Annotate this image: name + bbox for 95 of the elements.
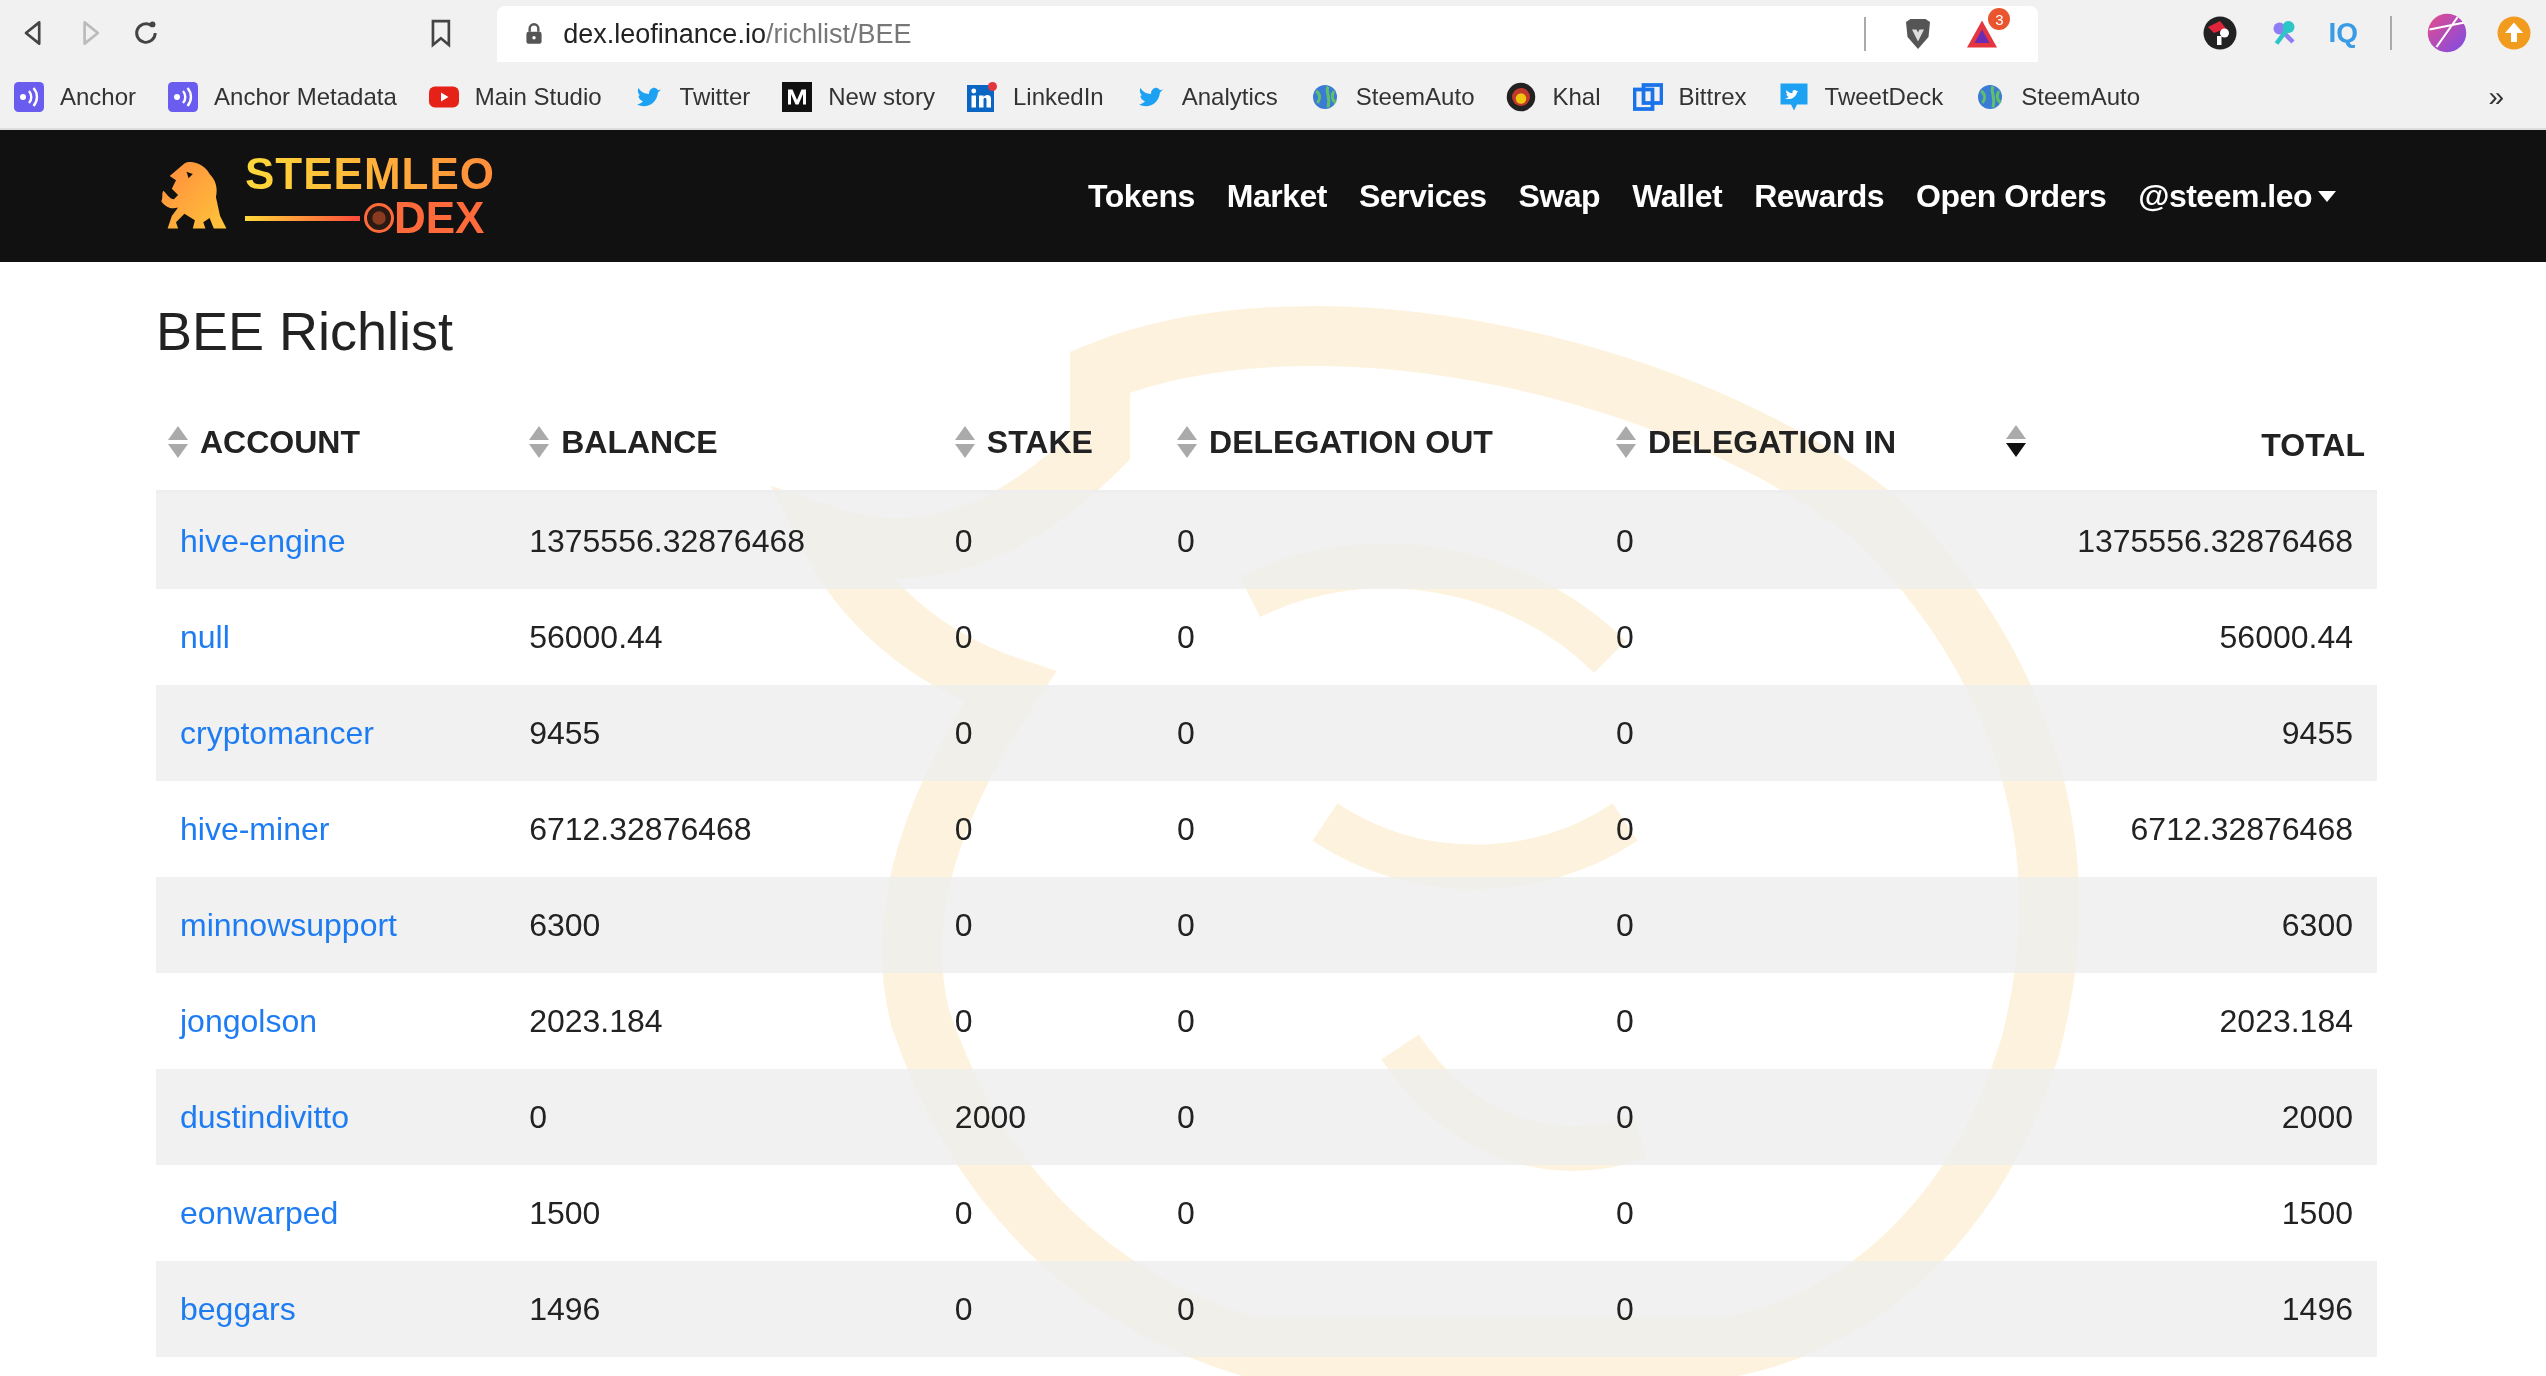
table-cell: 56000.44 (529, 618, 663, 655)
table-cell: 0 (1177, 714, 1195, 751)
nav-link[interactable]: Rewards (1754, 177, 1885, 215)
table-cell: 2000 (954, 1098, 1026, 1135)
table-cell: 0 (1615, 1290, 1634, 1327)
table-cell: 0 (1177, 906, 1195, 943)
profile-avatar-icon[interactable] (2426, 12, 2468, 54)
table-cell: 6300 (2281, 906, 2353, 943)
bookmark-item[interactable]: Anchor (14, 82, 137, 112)
table-cell: 0 (1177, 1290, 1195, 1327)
account-link[interactable]: hive-miner (180, 810, 330, 847)
table-cell: 0 (954, 618, 973, 655)
table-cell: 0 (1615, 1002, 1634, 1039)
url-text: dex.leofinance.io/richlist/BEE (563, 18, 913, 50)
sort-icon[interactable] (2006, 425, 2027, 457)
notification-badge: 3 (1988, 8, 2011, 30)
table-cell: 6712.32876468 (2130, 810, 2353, 847)
bookmark-item[interactable]: Bittrex (1632, 82, 1747, 112)
table-cell: 0 (1615, 1194, 1634, 1231)
table-cell: 0 (954, 810, 973, 847)
table-cell: 0 (1177, 1002, 1195, 1039)
table-cell: 0 (954, 522, 973, 559)
bookmark-item[interactable]: Analytics (1135, 82, 1278, 112)
linkedin-icon (966, 82, 997, 112)
table-cell: 0 (954, 714, 973, 751)
column-header[interactable]: STAKE (954, 423, 1093, 461)
nav-link[interactable]: Services (1358, 177, 1487, 215)
account-link[interactable]: jongolson (180, 1002, 317, 1039)
account-dropdown[interactable]: @steem.leo (2138, 177, 2336, 215)
squares-icon (1632, 82, 1663, 112)
table-cell: 1375556.32876468 (529, 522, 805, 559)
table-cell: 0 (954, 906, 973, 943)
table-cell: 0 (1177, 522, 1195, 559)
table-cell: 0 (1177, 1194, 1195, 1231)
table-cell: 0 (954, 1002, 973, 1039)
table-cell: 56000.44 (2219, 618, 2353, 655)
address-bar[interactable]: dex.leofinance.io/richlist/BEE 3 (497, 6, 2039, 62)
bookmark-item[interactable]: SteemAuto (1309, 82, 1475, 112)
logo[interactable]: STEEMLEO DEX (155, 152, 496, 240)
table-cell: 6300 (529, 906, 601, 943)
logo-dex-text: DEX (394, 196, 485, 240)
account-link[interactable]: beggars (180, 1290, 296, 1327)
nav-link[interactable]: Wallet (1632, 177, 1723, 215)
table-cell: 0 (1177, 810, 1195, 847)
account-link[interactable]: null (180, 618, 230, 655)
speech-bubble-icon (1778, 82, 1809, 112)
column-header[interactable]: ACCOUNT (168, 423, 360, 461)
nav-link[interactable]: Market (1226, 177, 1327, 215)
table-cell: 2023.184 (2219, 1002, 2353, 1039)
table-cell: 1496 (529, 1290, 601, 1327)
table-cell: 0 (529, 1098, 547, 1135)
podcast-icon (168, 82, 199, 112)
table-cell: 0 (1615, 714, 1634, 751)
table-cell: 1500 (529, 1194, 601, 1231)
bookmark-item[interactable]: TweetDeck (1778, 82, 1944, 112)
table-cell: 1500 (2281, 1194, 2353, 1231)
coin-icon (364, 203, 394, 233)
table-cell: 0 (1177, 1098, 1195, 1135)
table-cell: 2000 (2281, 1098, 2353, 1135)
column-header[interactable]: DELEGATION IN (1615, 423, 1897, 461)
table-cell: 0 (1615, 906, 1634, 943)
letter-m-icon (782, 82, 813, 112)
caret-icon (2318, 190, 2336, 202)
nav-link[interactable]: Open Orders (1916, 177, 2107, 215)
bookmark-item[interactable]: Main Studio (428, 82, 602, 112)
table-cell: 6712.32876468 (529, 810, 752, 847)
nav-link[interactable]: Swap (1518, 177, 1601, 215)
table-cell: 0 (1615, 810, 1634, 847)
account-link[interactable]: eonwarped (180, 1194, 339, 1231)
table-cell: 1375556.32876468 (2077, 522, 2353, 559)
nav-link[interactable]: Tokens (1088, 177, 1195, 215)
table-cell: 2023.184 (529, 1002, 663, 1039)
bookmark-item[interactable]: New story (782, 82, 935, 112)
table-cell: 9455 (529, 714, 601, 751)
page-title: BEE Richlist (156, 300, 455, 363)
column-header[interactable]: DELEGATION OUT (1177, 423, 1493, 461)
table-cell: 0 (954, 1290, 973, 1327)
table-cell: 0 (954, 1194, 973, 1231)
bookmark-item[interactable]: LinkedIn (966, 82, 1104, 112)
account-link[interactable]: dustindivitto (180, 1098, 349, 1135)
account-link[interactable]: hive-engine (180, 522, 346, 559)
table-cell: 0 (1615, 618, 1634, 655)
table-cell: 0 (1615, 1098, 1634, 1135)
column-header[interactable]: TOTAL (2261, 426, 2365, 463)
podcast-icon (14, 82, 44, 112)
table-cell: 9455 (2281, 714, 2353, 751)
bookmarks-overflow-button[interactable]: » (2488, 81, 2504, 113)
bookmark-item[interactable]: SteemAuto (1975, 82, 2140, 112)
bookmark-item[interactable]: Khal (1506, 82, 1601, 112)
table-cell: 1496 (2281, 1290, 2353, 1327)
table-cell: 0 (1177, 618, 1195, 655)
column-header[interactable]: BALANCE (529, 423, 718, 461)
bookmark-item[interactable]: Twitter (633, 82, 751, 112)
bookmark-item[interactable]: Anchor Metadata (168, 82, 397, 112)
table-cell: 0 (1615, 522, 1634, 559)
